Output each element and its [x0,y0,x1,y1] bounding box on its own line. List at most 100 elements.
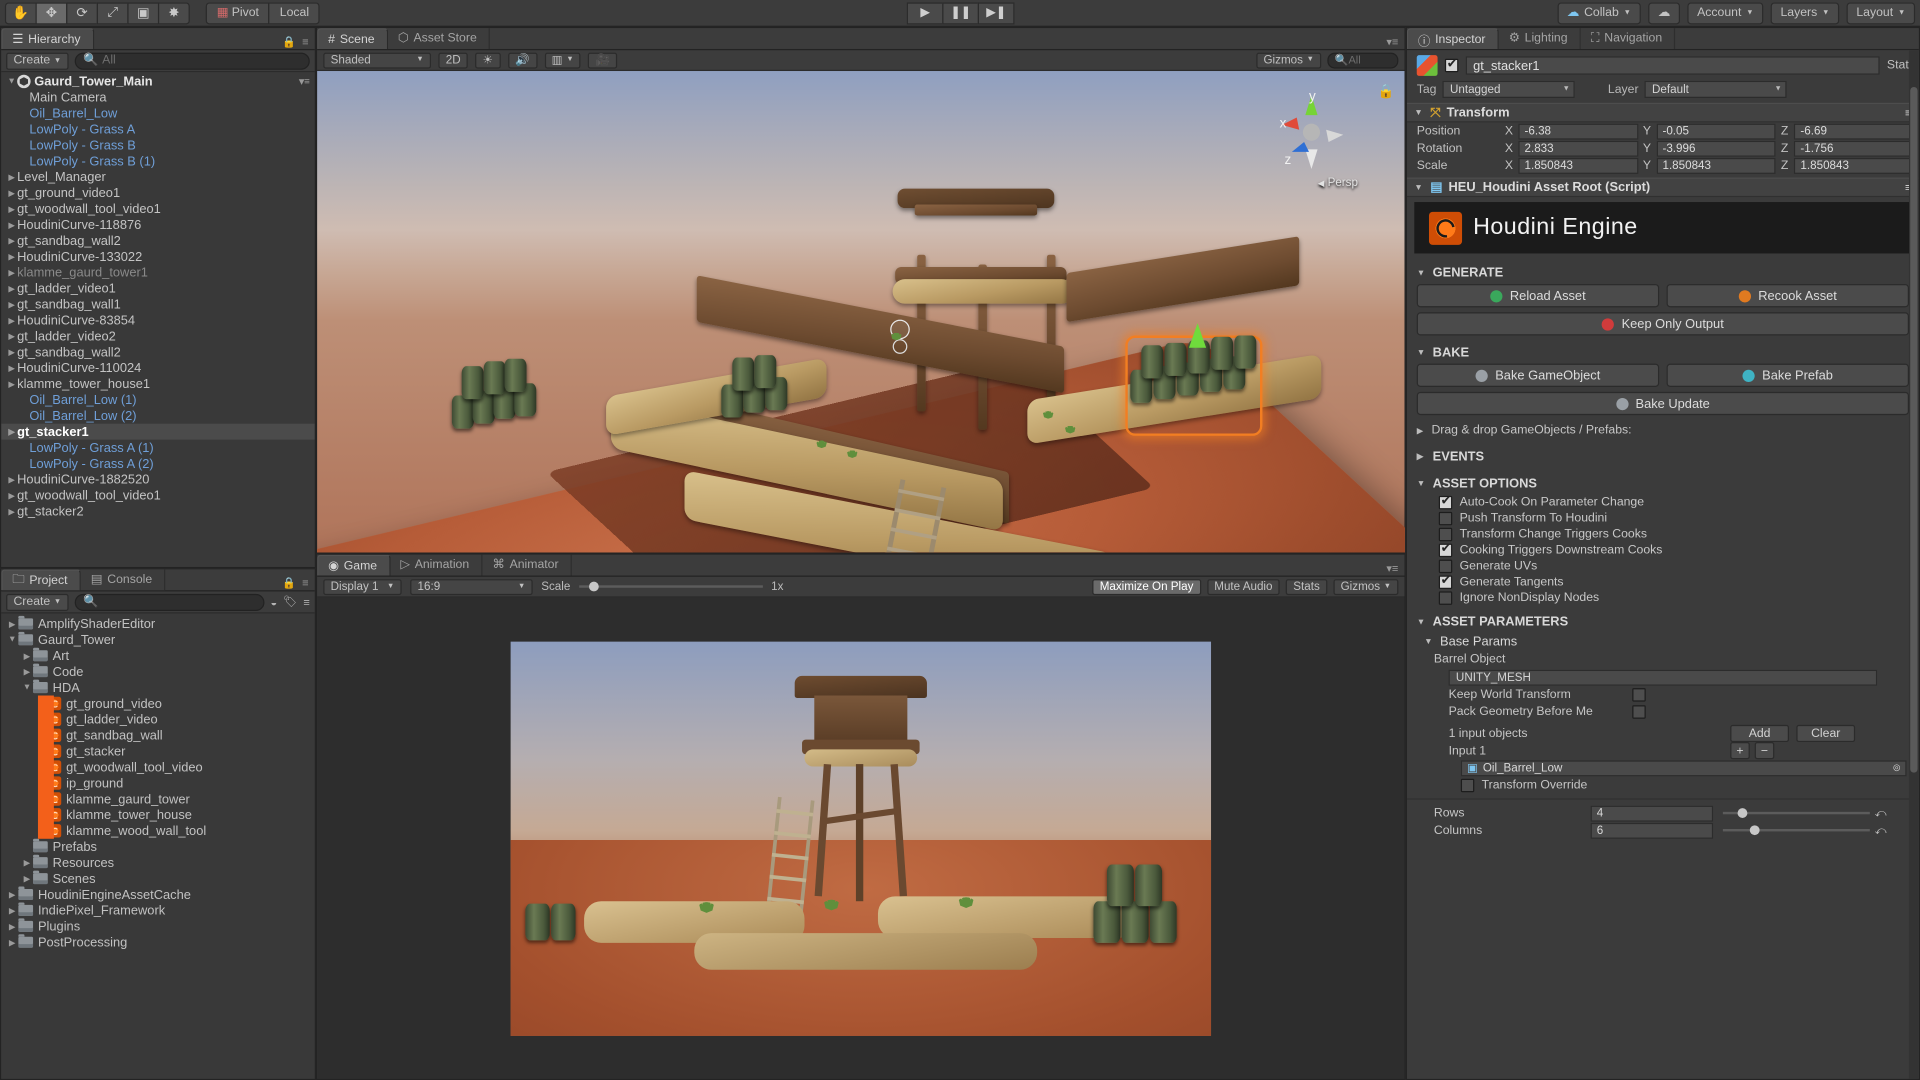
scale-slider[interactable] [579,579,763,595]
tab-lighting[interactable]: ⚙ Lighting [1499,28,1581,49]
bake-prefab-button[interactable]: Bake Prefab [1667,364,1909,387]
transform-y-input[interactable]: -0.05 [1656,123,1776,139]
hierarchy-item[interactable]: ▶gt_sandbag_wall2 [1,344,314,360]
panel-menu-icon[interactable]: ≡ [302,577,308,590]
transform-override-checkbox[interactable] [1461,778,1474,791]
lighting-toggle[interactable]: ☀ [475,52,500,68]
layer-dropdown[interactable]: Default ▼ [1645,81,1787,98]
project-tree[interactable]: ▶AmplifyShaderEditor▼Gaurd_Tower▶Art▶Cod… [1,613,314,1078]
project-item[interactable]: ▼Gaurd_Tower [1,632,314,648]
chevron-right-icon[interactable]: ▶ [6,283,17,293]
hierarchy-item[interactable]: LowPoly - Grass A (2) [1,456,314,472]
hand-tool[interactable]: ✋ [5,2,37,24]
keep-only-output-button[interactable]: Keep Only Output [1417,312,1909,335]
project-item[interactable]: ▶AmplifyShaderEditor [1,616,314,632]
tab-animation[interactable]: ▷ Animation [391,555,483,576]
chevron-down-icon[interactable]: ▼ [1414,108,1424,117]
pivot-toggle[interactable]: ▦ Pivot [206,2,270,24]
transform-y-input[interactable]: -3.996 [1656,140,1776,156]
hierarchy-root-item[interactable]: ▼ Gaurd_Tower_Main ▾≡ [1,73,314,89]
asset-option-checkbox[interactable] [1439,576,1452,589]
chevron-down-icon[interactable]: ▼ [1417,479,1427,488]
chevron-right-icon[interactable]: ▶ [6,890,18,900]
chevron-right-icon[interactable]: ▶ [1417,426,1427,436]
recook-asset-button[interactable]: Recook Asset [1667,284,1909,307]
tab-project[interactable]: 🗀 Project [1,569,81,590]
generate-section-header[interactable]: ▼ GENERATE [1407,261,1919,284]
pause-button[interactable]: ❚❚ [942,2,979,24]
project-item[interactable]: ▶Resources [1,855,314,871]
project-item[interactable]: ▶HoudiniEngineAssetCache [1,887,314,903]
keep-world-transform-checkbox[interactable] [1632,688,1645,701]
hierarchy-item[interactable]: LowPoly - Grass B (1) [1,153,314,169]
chevron-right-icon[interactable]: ▶ [6,506,17,516]
hierarchy-item[interactable]: ▶HoudiniCurve-83854 [1,312,314,328]
hierarchy-item[interactable]: ▶gt_woodwall_tool_video1 [1,201,314,217]
tab-inspector[interactable]: ⓘ Inspector [1407,28,1499,49]
panel-menu-icon[interactable]: ▾≡ [1386,36,1398,49]
transform-z-input[interactable]: -6.69 [1794,123,1914,139]
hierarchy-item[interactable]: ▶gt_woodwall_tool_video1 [1,487,314,503]
chevron-right-icon[interactable]: ▶ [21,874,33,884]
scene-menu-icon[interactable]: ▾≡ [299,76,315,87]
hierarchy-item[interactable]: ▶HoudiniCurve-133022 [1,249,314,265]
events-section-header[interactable]: ▶ EVENTS [1407,441,1919,468]
asset-option-checkbox[interactable] [1439,528,1452,541]
hierarchy-item[interactable]: ▶gt_sandbag_wall2 [1,233,314,249]
inspector-body[interactable]: gt_stacker1 Stati Tag Untagged ▼ Layer D… [1407,50,1919,1079]
label-filter-icon[interactable]: 🏷 [283,595,297,608]
move-gizmo-y-axis[interactable] [1189,323,1206,347]
2d-toggle[interactable]: 2D [438,52,468,68]
chevron-right-icon[interactable]: ▶ [6,268,17,278]
hierarchy-item[interactable]: ▶HoudiniCurve-1882520 [1,471,314,487]
transform-component-header[interactable]: ▼ ⤧ Transform ≡ [1407,103,1919,123]
chevron-right-icon[interactable]: ▶ [6,331,17,341]
lock-icon[interactable]: 🔒 [282,577,296,590]
collab-button[interactable]: ☁ Collab ▼ [1557,2,1641,24]
create-button[interactable]: Create ▼ [6,52,68,69]
bake-section-header[interactable]: ▼ BAKE [1407,340,1919,363]
maximize-on-play-toggle[interactable]: Maximize On Play [1092,579,1200,595]
tab-scene[interactable]: # Scene [317,28,388,49]
scene-lock-icon[interactable]: 🔒 [1378,83,1395,99]
gizmos-dropdown[interactable]: Gizmos ▼ [1256,52,1321,68]
rotate-tool[interactable]: ⟳ [66,2,98,24]
local-toggle[interactable]: Local [269,2,320,24]
input1-object-field[interactable]: ▣ Oil_Barrel_Low ◎ [1461,760,1907,776]
chevron-right-icon[interactable]: ▶ [6,937,18,947]
chevron-right-icon[interactable]: ▶ [6,347,17,357]
chevron-right-icon[interactable]: ▶ [1417,452,1427,462]
step-button[interactable]: ▶❚ [978,2,1015,24]
input1-remove-button[interactable]: − [1755,742,1775,759]
transform-tool[interactable]: ✸ [158,2,190,24]
transform-z-input[interactable]: 1.850843 [1794,157,1914,173]
chevron-right-icon[interactable]: ▶ [21,667,33,677]
hierarchy-item[interactable]: ▶gt_ladder_video2 [1,328,314,344]
game-viewport[interactable] [317,598,1404,1079]
rows-slider[interactable] [1723,805,1870,821]
chevron-right-icon[interactable]: ▶ [6,363,17,373]
mute-audio-toggle[interactable]: Mute Audio [1207,579,1280,595]
chevron-right-icon[interactable]: ▶ [6,921,18,931]
rect-tool[interactable]: ▣ [127,2,159,24]
chevron-right-icon[interactable]: ▶ [6,315,17,325]
project-item[interactable]: Prefabs [1,839,314,855]
base-params-header[interactable]: ▼ Base Params [1407,633,1919,653]
hierarchy-item[interactable]: LowPoly - Grass B [1,137,314,153]
asset-parameters-section-header[interactable]: ▼ ASSET PARAMETERS [1407,606,1919,633]
hierarchy-tree[interactable]: ▼ Gaurd_Tower_Main ▾≡ Main CameraOil_Bar… [1,72,314,567]
project-search-input[interactable]: 🔍 [75,593,265,610]
hierarchy-item[interactable]: ▶gt_stacker1 [1,424,314,440]
effects-toggle[interactable]: ▥ ▼ [544,52,581,68]
chevron-right-icon[interactable]: ▶ [6,906,18,916]
stats-toggle[interactable]: Stats [1286,579,1327,595]
account-button[interactable]: Account ▼ [1687,2,1763,24]
asset-option-checkbox[interactable] [1439,512,1452,525]
cloud-services-button[interactable]: ☁ [1648,2,1680,24]
project-item[interactable]: ▶Art [1,648,314,664]
chevron-right-icon[interactable]: ▶ [6,427,17,437]
hierarchy-item[interactable]: ▶Level_Manager [1,169,314,185]
transform-x-input[interactable]: 2.833 [1518,140,1638,156]
shading-mode-dropdown[interactable]: Shaded ▼ [323,52,431,68]
hierarchy-search-input[interactable]: 🔍 All [75,52,310,69]
